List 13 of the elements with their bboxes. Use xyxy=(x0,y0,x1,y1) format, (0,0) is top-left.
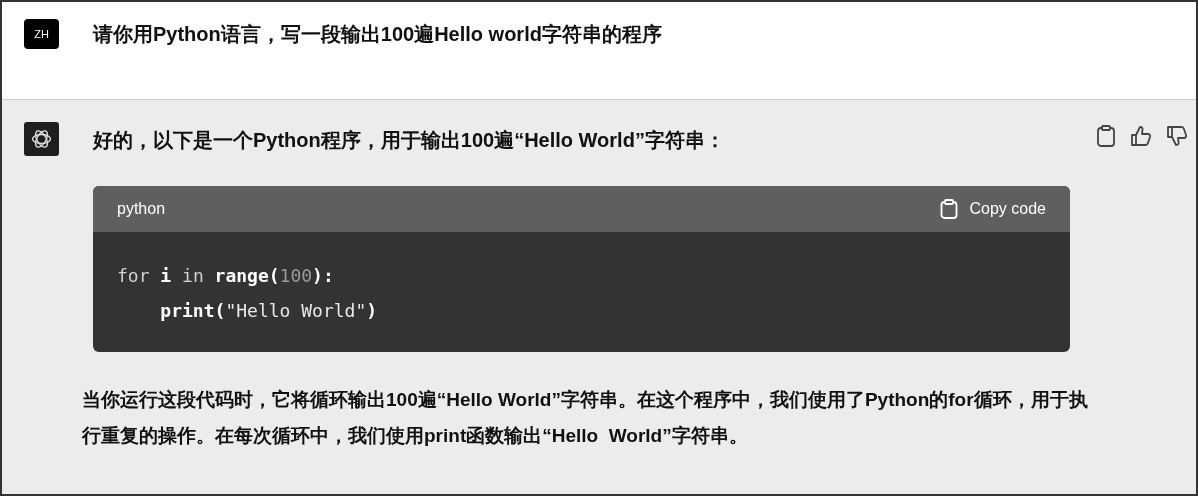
clipboard-icon xyxy=(939,199,958,219)
user-avatar: ZH xyxy=(24,19,59,49)
clipboard-icon[interactable] xyxy=(1096,125,1116,147)
thumbs-up-icon[interactable] xyxy=(1130,125,1152,147)
language-label: python xyxy=(117,199,166,219)
explanation-text: 当你运行这段代码时，它将循环输出100遍“Hello World”字符串。在这个程序中，我们使用了Python的for循环，用于执行重复的操作。在每次循环中，我们使用print函数输出“Hello World”字符串。 xyxy=(82,388,1089,448)
code-line: for i in range(100): xyxy=(117,264,334,288)
copy-code-button[interactable]: Copy code xyxy=(939,197,1046,221)
user-message: 请你用Python语言，写一段输出100遍Hello world字符串的程序 xyxy=(93,22,662,47)
code-line: print("Hello World") xyxy=(159,299,378,323)
assistant-message: 好的，以下是一个Python程序，用于输出100遍“Hello World”字符串： xyxy=(93,128,726,153)
thumbs-down-icon[interactable] xyxy=(1166,125,1188,147)
assistant-logo-icon xyxy=(24,122,59,156)
